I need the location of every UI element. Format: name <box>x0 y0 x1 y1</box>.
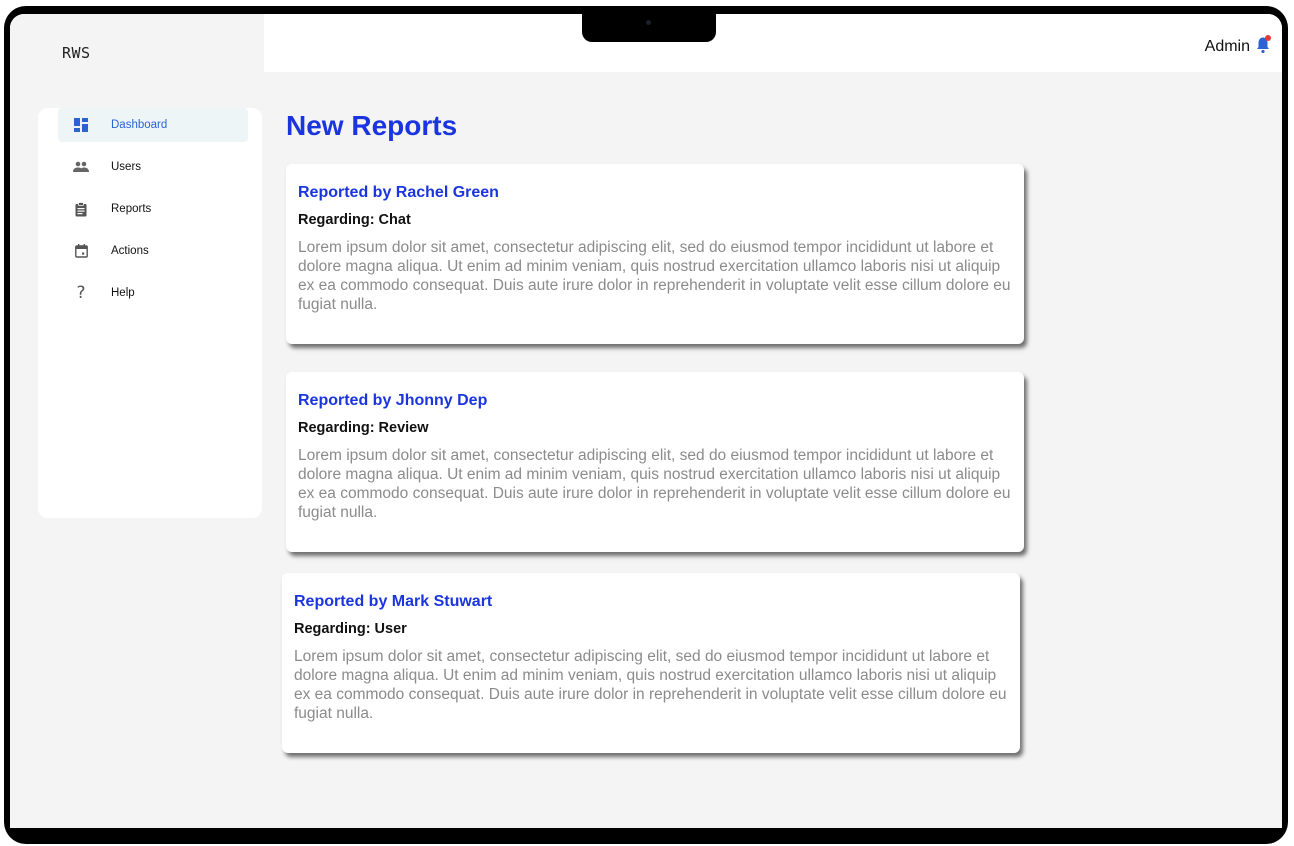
sidebar-item-label: Reports <box>111 203 152 215</box>
dashboard-icon <box>73 117 89 133</box>
question-icon: ? <box>76 283 86 303</box>
sidebar-item-users[interactable]: Users <box>58 150 248 184</box>
sidebar-item-help[interactable]: ? Help <box>58 276 248 310</box>
app-screen: RWS Admin Dashboard Users Reports Action… <box>10 14 1282 828</box>
report-body: Lorem ipsum dolor sit amet, consectetur … <box>294 648 1007 722</box>
top-bar: Admin <box>264 14 1282 72</box>
sidebar-item-reports[interactable]: Reports <box>58 192 248 226</box>
page-title: New Reports <box>286 110 458 141</box>
report-card[interactable]: Reported by Mark Stuwart Regarding: User… <box>282 573 1020 753</box>
report-card[interactable]: Reported by Jhonny Dep Regarding: Review… <box>286 372 1024 552</box>
report-reporter[interactable]: Reported by Mark Stuwart <box>294 593 492 611</box>
report-regarding: Regarding: Review <box>298 420 429 436</box>
notification-badge <box>1265 35 1271 41</box>
report-body: Lorem ipsum dolor sit amet, consectetur … <box>298 447 1011 521</box>
admin-label[interactable]: Admin <box>1205 38 1250 56</box>
calendar-icon <box>73 243 89 259</box>
brand-logo[interactable]: RWS <box>62 44 91 62</box>
report-reporter[interactable]: Reported by Rachel Green <box>298 184 499 202</box>
users-icon <box>73 159 89 175</box>
sidebar-item-actions[interactable]: Actions <box>58 234 248 268</box>
camera-notch <box>582 14 716 42</box>
sidebar-item-dashboard[interactable]: Dashboard <box>58 108 248 142</box>
report-card[interactable]: Reported by Rachel Green Regarding: Chat… <box>286 164 1024 344</box>
clipboard-icon <box>73 201 89 217</box>
sidebar-item-label: Help <box>111 287 135 299</box>
brand-area: RWS <box>10 14 264 72</box>
report-reporter[interactable]: Reported by Jhonny Dep <box>298 392 487 410</box>
report-regarding: Regarding: User <box>294 621 407 637</box>
sidebar-item-label: Dashboard <box>111 119 168 131</box>
report-body: Lorem ipsum dolor sit amet, consectetur … <box>298 239 1011 313</box>
sidebar-item-label: Users <box>111 161 142 173</box>
sidebar-item-label: Actions <box>111 245 149 257</box>
camera-icon <box>646 20 651 25</box>
report-regarding: Regarding: Chat <box>298 212 411 228</box>
sidebar: Dashboard Users Reports Actions ? Help <box>38 108 262 518</box>
